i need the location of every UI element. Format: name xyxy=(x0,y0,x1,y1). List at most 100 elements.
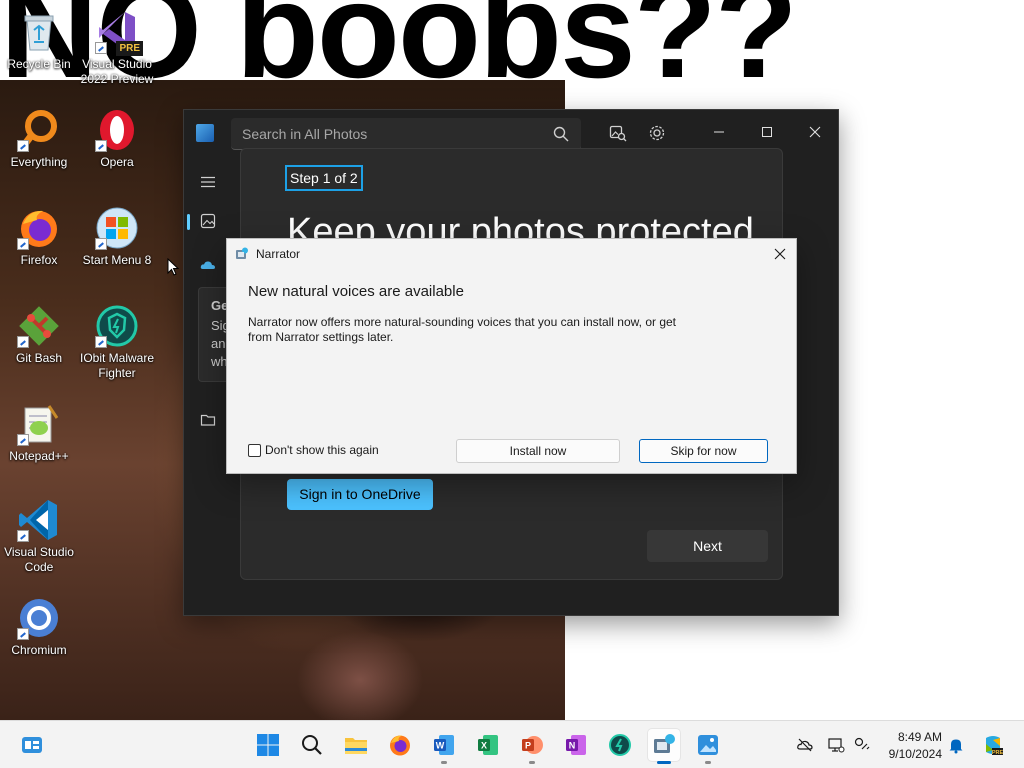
desktop-icon-label: Notepad++ xyxy=(9,449,69,463)
mouse-cursor-icon xyxy=(167,258,179,276)
checkbox-box[interactable] xyxy=(248,444,261,457)
minimize-icon xyxy=(714,131,724,133)
desktop-icon-label: IObit Malware Fighter xyxy=(79,351,155,380)
skip-for-now-button[interactable]: Skip for now xyxy=(639,439,768,463)
onedrive-side-card: Ge Sig an wh xyxy=(198,287,228,382)
desktop-icon-label: Recycle Bin xyxy=(7,57,71,71)
image-search-icon xyxy=(609,125,627,142)
recycle-bin-icon xyxy=(17,10,61,54)
accessibility-tray[interactable] xyxy=(852,735,872,755)
shortcut-arrow-icon xyxy=(17,336,29,348)
firefox-icon xyxy=(17,206,61,250)
close-button[interactable] xyxy=(803,122,827,142)
widgets-icon xyxy=(22,737,42,753)
desktop-icon-chromium[interactable]: Chromium xyxy=(0,596,78,658)
svg-text:P: P xyxy=(525,741,531,751)
photos-nav-pane xyxy=(184,156,232,616)
search-icon xyxy=(553,126,569,142)
narrator-titlebar[interactable]: Narrator xyxy=(227,239,796,269)
settings-button[interactable] xyxy=(643,120,671,146)
taskbar-start[interactable] xyxy=(252,729,284,761)
running-indicator xyxy=(705,761,711,764)
firefox-icon xyxy=(390,735,410,756)
narrator-icon xyxy=(654,734,675,753)
clock-time[interactable]: 8:49 AM xyxy=(884,730,942,744)
opera-icon xyxy=(95,108,139,152)
desktop-icon-opera[interactable]: Opera xyxy=(78,108,156,170)
dialog-close-button[interactable] xyxy=(770,244,790,264)
maximize-button[interactable] xyxy=(755,122,779,142)
onenote-icon: N xyxy=(566,735,586,755)
desktop-icon-label: Everything xyxy=(10,155,68,169)
desktop-icon-label: Start Menu 8 xyxy=(82,253,152,267)
onedrive-cloud-icon xyxy=(200,261,215,269)
visual-studio-preview-icon: PRE xyxy=(95,10,143,56)
hamburger-icon xyxy=(201,176,215,188)
shortcut-arrow-icon xyxy=(95,42,107,54)
desktop-icon-everything[interactable]: Everything xyxy=(0,108,78,170)
install-now-button[interactable]: Install now xyxy=(456,439,620,463)
taskbar-word[interactable]: W xyxy=(428,729,460,764)
side-card-text: an xyxy=(211,336,226,351)
svg-text:PRE: PRE xyxy=(992,750,1004,756)
desktop-icon-label: Visual Studio 2022 Preview xyxy=(80,57,154,86)
shortcut-arrow-icon xyxy=(95,140,107,152)
onedrive-status-tray[interactable] xyxy=(795,735,815,755)
accessibility-icon xyxy=(854,737,870,750)
photo-gallery-icon xyxy=(200,213,216,229)
taskbar-powerpoint[interactable]: P xyxy=(516,729,548,764)
taskbar-iobit[interactable] xyxy=(604,729,636,761)
desktop-icon-iobit-malware-fighter[interactable]: IObit Malware Fighter xyxy=(78,304,156,381)
desktop-icon-vscode[interactable]: Visual Studio Code xyxy=(0,498,78,575)
sign-in-onedrive-button[interactable]: Sign in to OneDrive xyxy=(287,479,433,510)
iobit-icon xyxy=(609,734,631,756)
next-button[interactable]: Next xyxy=(647,530,768,562)
taskbar-onenote[interactable]: N xyxy=(560,729,592,761)
desktop-icon-firefox[interactable]: Firefox xyxy=(0,206,78,268)
taskbar-excel[interactable]: X xyxy=(472,729,504,761)
svg-text:W: W xyxy=(436,741,445,751)
shortcut-arrow-icon xyxy=(17,628,29,640)
widgets-button[interactable] xyxy=(16,729,48,761)
image-search-button[interactable] xyxy=(604,120,632,146)
folder-icon xyxy=(200,414,216,426)
clock-date[interactable]: 9/10/2024 xyxy=(884,747,942,761)
photos-icon xyxy=(698,735,718,755)
word-icon: W xyxy=(434,735,454,755)
nav-menu-button[interactable] xyxy=(194,168,222,196)
network-tray[interactable] xyxy=(826,735,846,755)
copilot-tray[interactable]: PRE xyxy=(981,733,1005,757)
windows-start-icon xyxy=(257,734,279,756)
taskbar-firefox[interactable] xyxy=(384,729,416,761)
preview-badge: PRE xyxy=(116,41,143,56)
checkbox-label[interactable]: Don't show this again xyxy=(265,443,379,457)
desktop-icon-visual-studio-preview[interactable]: PRE Visual Studio 2022 Preview xyxy=(78,10,156,87)
photos-search-input[interactable]: Search in All Photos xyxy=(231,118,581,150)
maximize-icon xyxy=(762,127,772,137)
taskbar-file-explorer[interactable] xyxy=(340,729,372,761)
file-explorer-icon xyxy=(345,738,367,754)
nav-onedrive[interactable] xyxy=(194,251,222,279)
running-indicator xyxy=(529,761,535,764)
desktop-icon-notepad-plus-plus[interactable]: Notepad++ xyxy=(0,402,78,464)
desktop-icon-label: Firefox xyxy=(20,253,58,267)
taskbar-search[interactable] xyxy=(296,729,328,761)
nav-all-photos[interactable] xyxy=(194,207,222,235)
vscode-icon xyxy=(17,498,61,542)
desktop-icon-git-bash[interactable]: Git Bash xyxy=(0,304,78,366)
desktop-icon-start-menu-8[interactable]: Start Menu 8 xyxy=(78,206,156,268)
taskbar-photos[interactable] xyxy=(692,729,724,764)
svg-text:X: X xyxy=(481,741,487,751)
desktop-icon-recycle-bin[interactable]: Recycle Bin xyxy=(0,10,78,72)
desktop-icon-label: Git Bash xyxy=(15,351,63,365)
step-indicator: Step 1 of 2 xyxy=(285,165,363,191)
running-indicator xyxy=(441,761,447,764)
search-placeholder: Search in All Photos xyxy=(242,126,368,142)
shortcut-arrow-icon xyxy=(17,530,29,542)
notifications-tray[interactable] xyxy=(946,735,966,755)
taskbar-narrator[interactable] xyxy=(648,729,680,764)
notepad-plus-plus-icon xyxy=(17,402,61,446)
minimize-button[interactable] xyxy=(707,122,731,142)
search-icon xyxy=(302,735,322,755)
nav-folders[interactable] xyxy=(194,406,222,434)
